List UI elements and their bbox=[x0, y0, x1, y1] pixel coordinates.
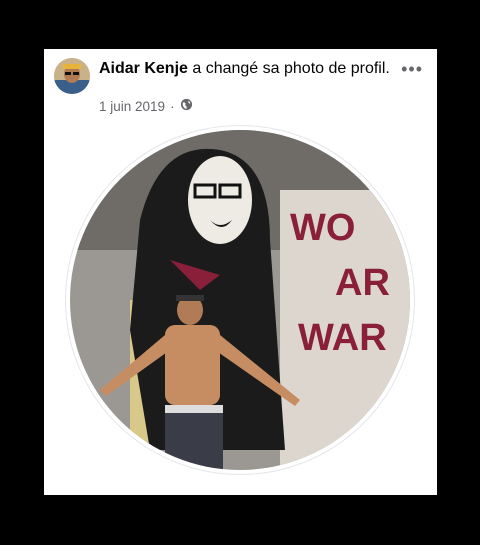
post-card: Aidar Kenje a changé sa photo de profil.… bbox=[44, 49, 437, 495]
post-header: Aidar Kenje a changé sa photo de profil. bbox=[99, 59, 399, 78]
post-meta: 1 juin 2019 · bbox=[99, 98, 193, 114]
post-date-link[interactable]: 1 juin 2019 bbox=[99, 99, 165, 114]
avatar-image bbox=[54, 58, 90, 94]
author-name-link[interactable]: Aidar Kenje bbox=[99, 60, 188, 77]
mural-text-line-2: AR bbox=[335, 262, 390, 304]
profile-photo[interactable]: WO AR WAR bbox=[70, 130, 410, 470]
post-action-text: a changé sa photo de profil. bbox=[187, 60, 390, 77]
mural-text-line-1: WO bbox=[290, 207, 355, 249]
mural-photo: WO AR WAR bbox=[70, 130, 410, 470]
more-options-icon[interactable]: ••• bbox=[401, 59, 423, 80]
globe-icon[interactable] bbox=[180, 98, 193, 114]
mural-text-line-3: WAR bbox=[298, 317, 387, 359]
meta-separator: · bbox=[170, 98, 175, 114]
author-avatar[interactable] bbox=[54, 58, 90, 94]
